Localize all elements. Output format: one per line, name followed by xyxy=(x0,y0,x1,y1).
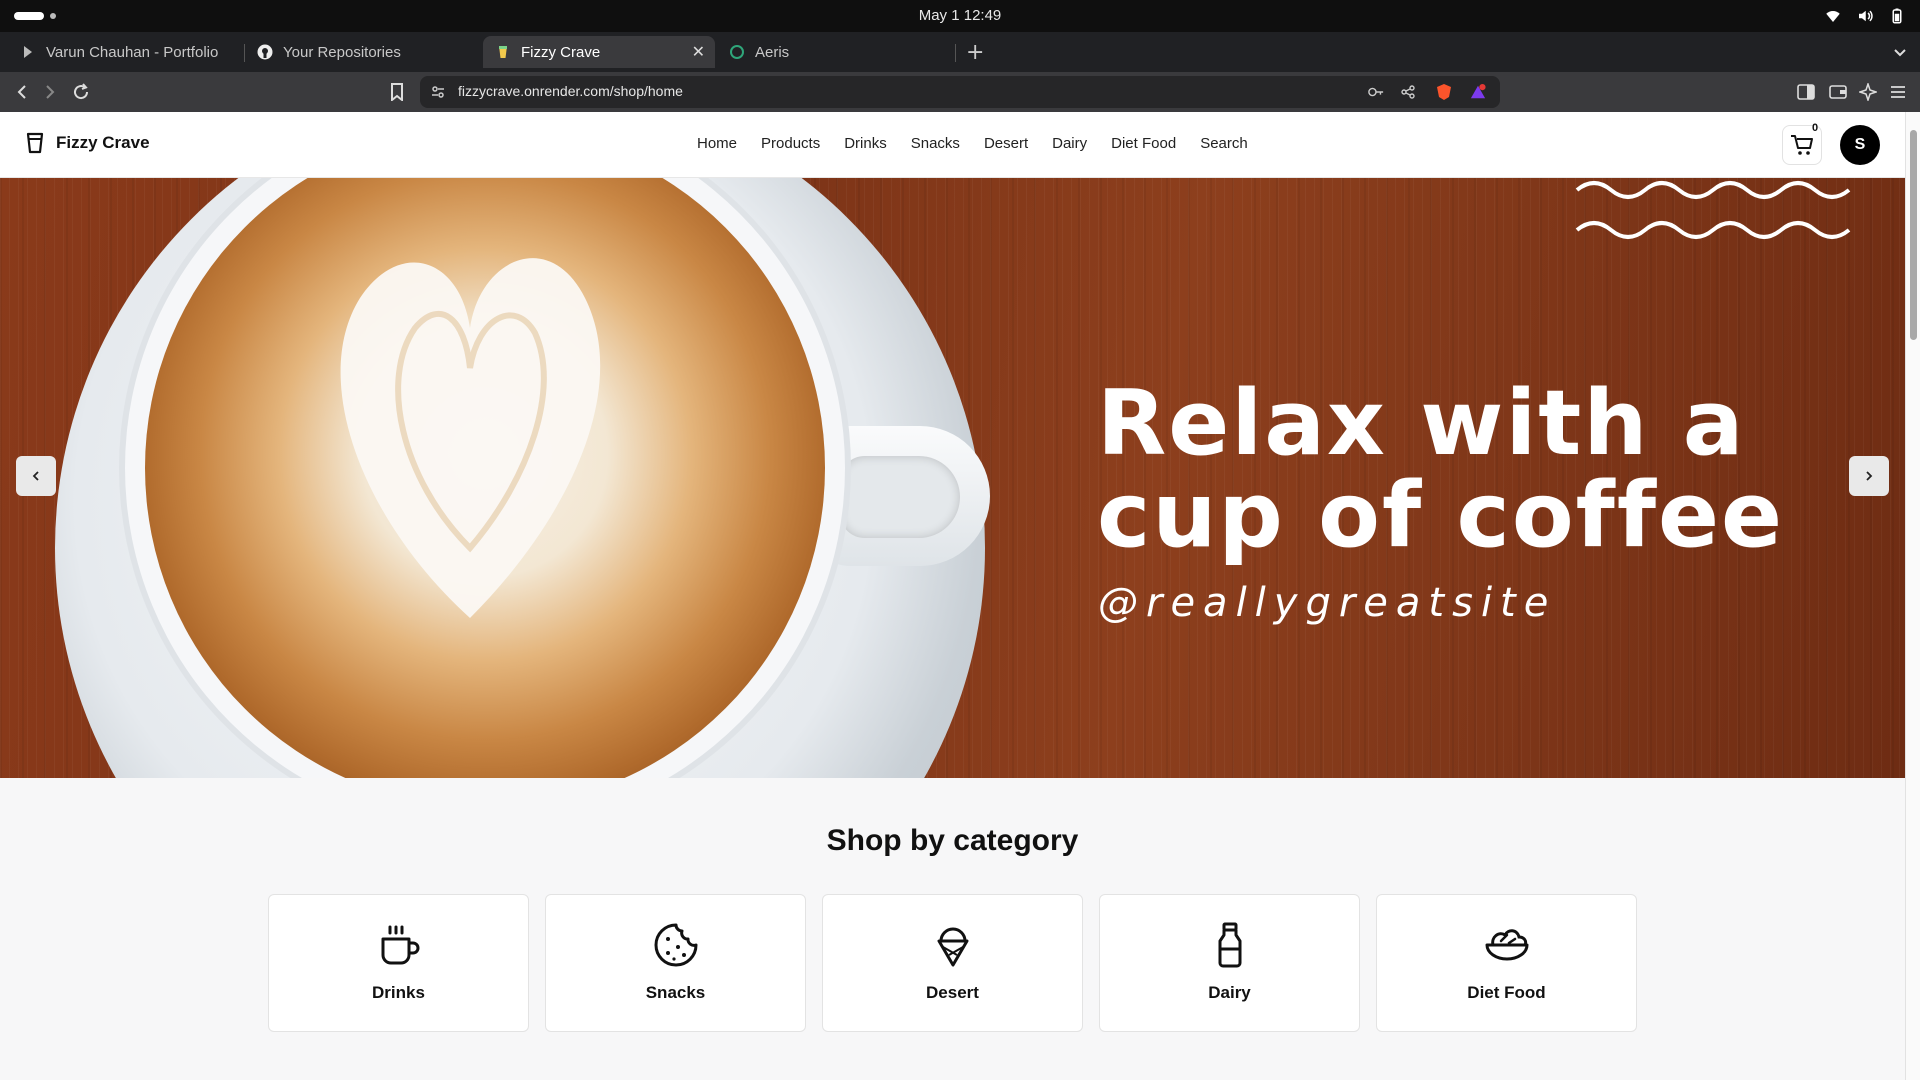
category-label: Desert xyxy=(926,983,979,1002)
close-tab-icon[interactable]: ✕ xyxy=(692,42,705,62)
category-card-drinks[interactable]: Drinks xyxy=(268,894,529,1032)
nav-link-dairy[interactable]: Dairy xyxy=(1052,135,1087,152)
nav-link-drinks[interactable]: Drinks xyxy=(844,135,887,152)
category-label: Drinks xyxy=(372,983,425,1002)
menu-icon[interactable] xyxy=(1888,82,1908,102)
category-card-snacks[interactable]: Snacks xyxy=(545,894,806,1032)
salad-bowl-icon xyxy=(1485,929,1528,961)
mug-icon xyxy=(381,925,419,965)
os-top-bar: May 1 12:49 xyxy=(0,0,1920,32)
browser-toolbar: fizzycrave.onrender.com/shop/home xyxy=(0,72,1920,112)
page-scrollbar[interactable] xyxy=(1905,112,1920,1080)
milk-bottle-icon xyxy=(1218,922,1241,968)
cup-logo-icon xyxy=(26,132,44,154)
cart-count-badge: 0 xyxy=(1812,122,1819,134)
browser-tab-strip: Varun Chauhan - Portfolio Your Repositor… xyxy=(0,32,1920,72)
ice-cream-icon xyxy=(937,927,968,967)
wallet-icon[interactable] xyxy=(1828,82,1848,102)
hero-headline-line1: Relax with a xyxy=(1097,371,1746,476)
shop-by-category-title: Shop by category xyxy=(826,824,1079,857)
forward-arrow-icon[interactable] xyxy=(40,82,60,102)
carousel-next-button[interactable] xyxy=(1849,456,1889,496)
tab-title: Aeris xyxy=(755,43,790,61)
brand-logo[interactable]: Fizzy Crave xyxy=(26,132,150,154)
tab-fizzy-crave[interactable]: Fizzy Crave ✕ xyxy=(483,36,715,68)
main-menu: Home Products Drinks Snacks Desert Dairy… xyxy=(697,135,1248,152)
decorative-waves xyxy=(1575,181,1851,239)
leo-ai-icon[interactable] xyxy=(1858,82,1878,102)
site-navbar: Fizzy Crave Home Products Drinks Snacks … xyxy=(0,112,1905,178)
nav-link-snacks[interactable]: Snacks xyxy=(911,135,960,152)
share-icon[interactable] xyxy=(1400,84,1416,100)
tab-title: Your Repositories xyxy=(283,43,401,61)
system-tray[interactable] xyxy=(1824,7,1906,25)
hero-headline-line2: cup of coffee xyxy=(1097,463,1785,568)
reload-icon[interactable] xyxy=(71,82,91,102)
cup-handle-shadow xyxy=(840,456,960,538)
github-icon xyxy=(257,44,273,60)
new-tab-button[interactable]: + xyxy=(966,40,984,65)
tab-portfolio[interactable]: Varun Chauhan - Portfolio xyxy=(8,36,244,68)
category-label: Snacks xyxy=(645,983,706,1002)
category-card-diet-food[interactable]: Diet Food xyxy=(1376,894,1637,1032)
battery-icon xyxy=(1892,8,1902,24)
fizzy-crave-favicon xyxy=(495,44,511,60)
nav-link-search[interactable]: Search xyxy=(1200,135,1248,152)
nav-link-home[interactable]: Home xyxy=(697,135,737,152)
address-bar[interactable]: fizzycrave.onrender.com/shop/home xyxy=(420,76,1500,108)
latte-heart-image xyxy=(340,258,601,618)
tab-separator xyxy=(955,44,956,62)
scrollbar-thumb[interactable] xyxy=(1910,130,1917,340)
os-clock[interactable]: May 1 12:49 xyxy=(0,7,1920,24)
bookmark-icon[interactable] xyxy=(387,82,407,102)
category-card-desert[interactable]: Desert xyxy=(822,894,1083,1032)
category-label: Diet Food xyxy=(1467,983,1546,1002)
tab-repositories[interactable]: Your Repositories xyxy=(245,36,481,68)
aeris-favicon xyxy=(729,44,745,60)
chevron-left-icon xyxy=(32,471,39,481)
back-arrow-icon[interactable] xyxy=(12,82,32,102)
web-page: Fizzy Crave Home Products Drinks Snacks … xyxy=(0,112,1905,1080)
brave-shields-icon[interactable] xyxy=(1436,84,1452,100)
site-settings-icon[interactable] xyxy=(430,84,446,100)
nav-link-diet-food[interactable]: Diet Food xyxy=(1111,135,1176,152)
tab-title: Fizzy Crave xyxy=(521,43,601,61)
cookie-icon xyxy=(654,923,697,967)
category-card-dairy[interactable]: Dairy xyxy=(1099,894,1360,1032)
sidebar-toggle-icon[interactable] xyxy=(1796,82,1816,102)
tab-list-chevron-icon[interactable] xyxy=(1892,44,1908,64)
user-avatar[interactable]: S xyxy=(1840,125,1880,165)
carousel-prev-button[interactable] xyxy=(16,456,56,496)
shopping-cart-icon xyxy=(1791,135,1813,155)
nav-link-products[interactable]: Products xyxy=(761,135,820,152)
wifi-icon xyxy=(1826,11,1840,22)
chevron-right-icon xyxy=(1866,471,1873,481)
category-grid: Drinks Snacks Desert Dairy Diet Food xyxy=(268,894,1637,1032)
hero-carousel: Relax with a cup of coffee @reallygreats… xyxy=(0,178,1905,778)
volume-icon xyxy=(1859,10,1873,22)
url-text[interactable]: fizzycrave.onrender.com/shop/home xyxy=(458,83,683,99)
brave-rewards-icon[interactable] xyxy=(1470,84,1486,100)
password-key-icon[interactable] xyxy=(1368,84,1384,100)
brand-name: Fizzy Crave xyxy=(56,133,150,152)
category-label: Dairy xyxy=(1208,983,1251,1002)
hero-handle: @reallygreatsite xyxy=(1098,580,1557,626)
hero-headline: Relax with a cup of coffee xyxy=(1097,378,1784,562)
tab-aeris[interactable]: Aeris xyxy=(717,36,953,68)
nav-link-desert[interactable]: Desert xyxy=(984,135,1028,152)
portfolio-favicon xyxy=(20,44,36,60)
tab-title: Varun Chauhan - Portfolio xyxy=(46,43,219,61)
